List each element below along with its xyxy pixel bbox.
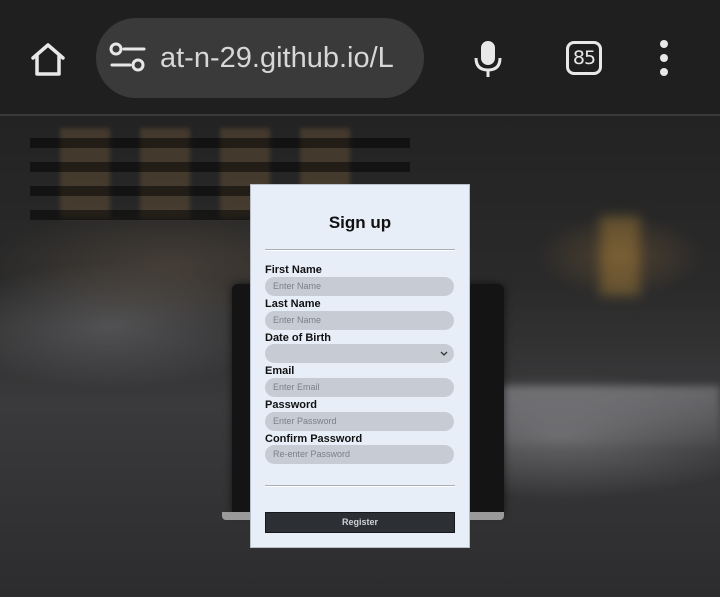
dob-select[interactable] xyxy=(265,344,454,363)
tab-count: 85 xyxy=(572,47,596,69)
first-name-input[interactable]: Enter Name xyxy=(265,277,454,296)
home-button[interactable] xyxy=(24,36,72,82)
menu-dot xyxy=(660,54,668,62)
browser-toolbar: at-n-29.github.io/L 85 xyxy=(0,0,720,114)
more-vert-icon[interactable] xyxy=(650,40,678,76)
url-text[interactable]: at-n-29.github.io/L xyxy=(160,40,410,76)
background-photo xyxy=(470,386,720,446)
signup-form: Sign up First Name Enter Name Last Name … xyxy=(250,184,470,548)
menu-dot xyxy=(660,68,668,76)
home-icon xyxy=(31,43,65,76)
confirm-password-input[interactable]: Re-enter Password xyxy=(265,445,454,464)
background-photo xyxy=(600,216,640,296)
form-title: Sign up xyxy=(328,213,392,232)
last-name-label: Last Name xyxy=(265,298,321,310)
register-button[interactable]: Register xyxy=(265,512,455,533)
tune-icon[interactable] xyxy=(108,40,148,76)
mic-icon xyxy=(474,41,502,77)
dob-label: Date of Birth xyxy=(265,332,331,344)
voice-search-button[interactable] xyxy=(468,36,508,82)
screen: at-n-29.github.io/L 85 Sign up First Nam… xyxy=(0,0,720,597)
last-name-input[interactable]: Enter Name xyxy=(265,311,454,330)
email-label: Email xyxy=(265,365,295,377)
address-bar[interactable]: at-n-29.github.io/L xyxy=(96,18,424,98)
divider xyxy=(265,485,455,487)
confirm-password-label: Confirm Password xyxy=(265,433,363,445)
email-input[interactable]: Enter Email xyxy=(265,378,454,397)
menu-dot xyxy=(660,40,668,48)
divider xyxy=(265,249,455,251)
password-input[interactable]: Enter Password xyxy=(265,412,454,431)
tab-switcher-button[interactable]: 85 xyxy=(566,41,602,75)
password-label: Password xyxy=(265,399,317,411)
chevron-down-icon xyxy=(440,351,448,356)
first-name-label: First Name xyxy=(265,264,322,276)
